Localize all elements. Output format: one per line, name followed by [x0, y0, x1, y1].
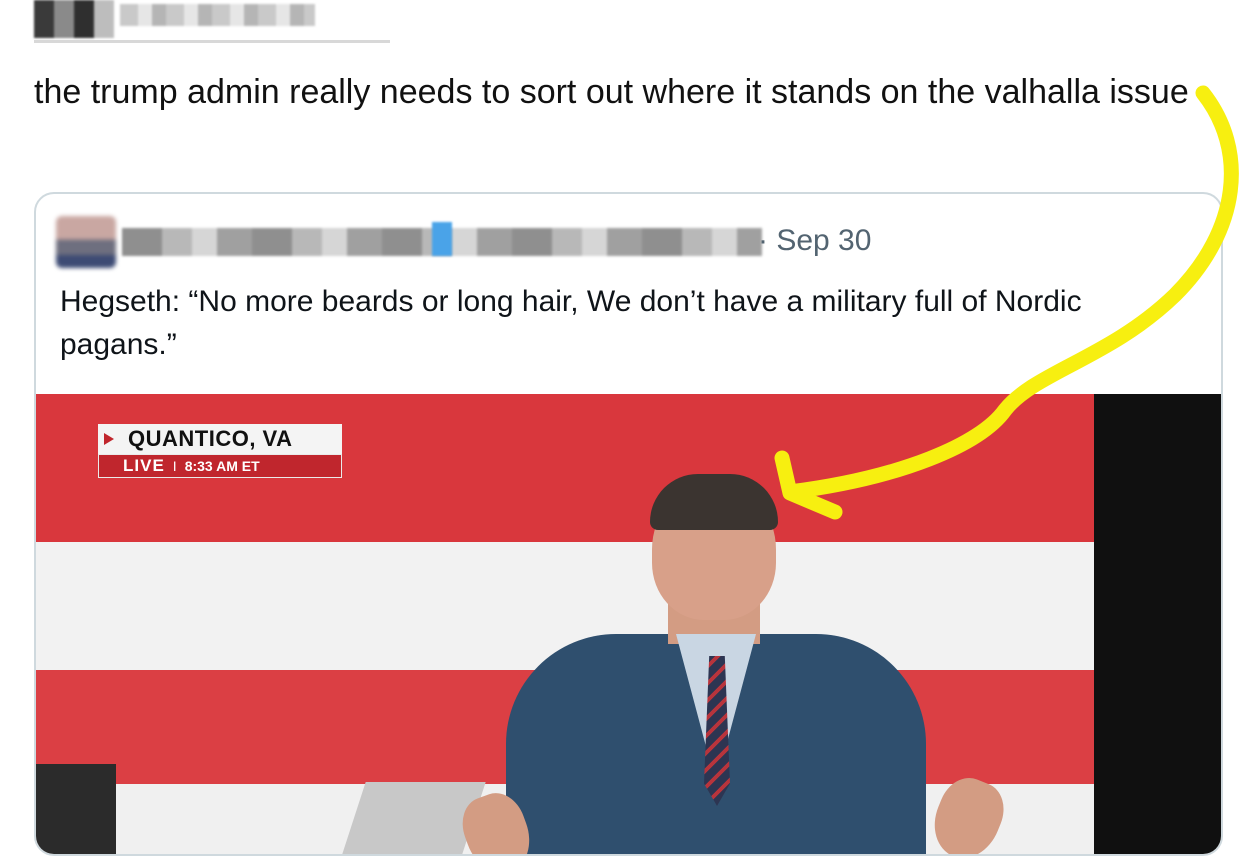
quoted-tweet-date[interactable]: · Sep 30 — [758, 224, 871, 258]
quoted-tweet-card[interactable]: · Sep 30 Hegseth: “No more beards or lon… — [34, 192, 1223, 856]
chyron-location: QUANTICO, VA — [128, 426, 293, 451]
quoted-tweet-video[interactable]: QUANTICO, VA LIVE I 8:33 AM ET — [36, 394, 1221, 854]
stage-dark-edge — [1094, 394, 1221, 854]
stage-monitor — [36, 764, 116, 854]
speaker-figure — [436, 434, 1013, 854]
play-triangle-icon — [104, 433, 114, 445]
speaker-hair — [650, 474, 778, 530]
quoted-tweet-header: · Sep 30 — [56, 216, 1156, 268]
chyron-separator: I — [172, 458, 177, 474]
chyron-live-bar: LIVE I 8:33 AM ET — [98, 454, 342, 478]
news-chyron: QUANTICO, VA LIVE I 8:33 AM ET — [98, 424, 342, 480]
tweet-text: the trump admin really needs to sort out… — [34, 73, 1189, 111]
author-name-blurred[interactable] — [120, 4, 315, 26]
quoted-tweet-text: Hegseth: “No more beards or long hair, W… — [60, 285, 1082, 361]
chyron-location-bar: QUANTICO, VA — [98, 424, 342, 454]
header-divider — [34, 40, 390, 43]
author-avatar-blurred[interactable] — [34, 0, 114, 38]
verified-badge-blurred — [432, 222, 452, 256]
chyron-live-label: LIVE — [123, 456, 165, 475]
tweet-author-header[interactable] — [0, 0, 400, 46]
chyron-time: 8:33 AM ET — [184, 458, 260, 474]
quoted-author-avatar-blurred[interactable] — [56, 216, 116, 268]
